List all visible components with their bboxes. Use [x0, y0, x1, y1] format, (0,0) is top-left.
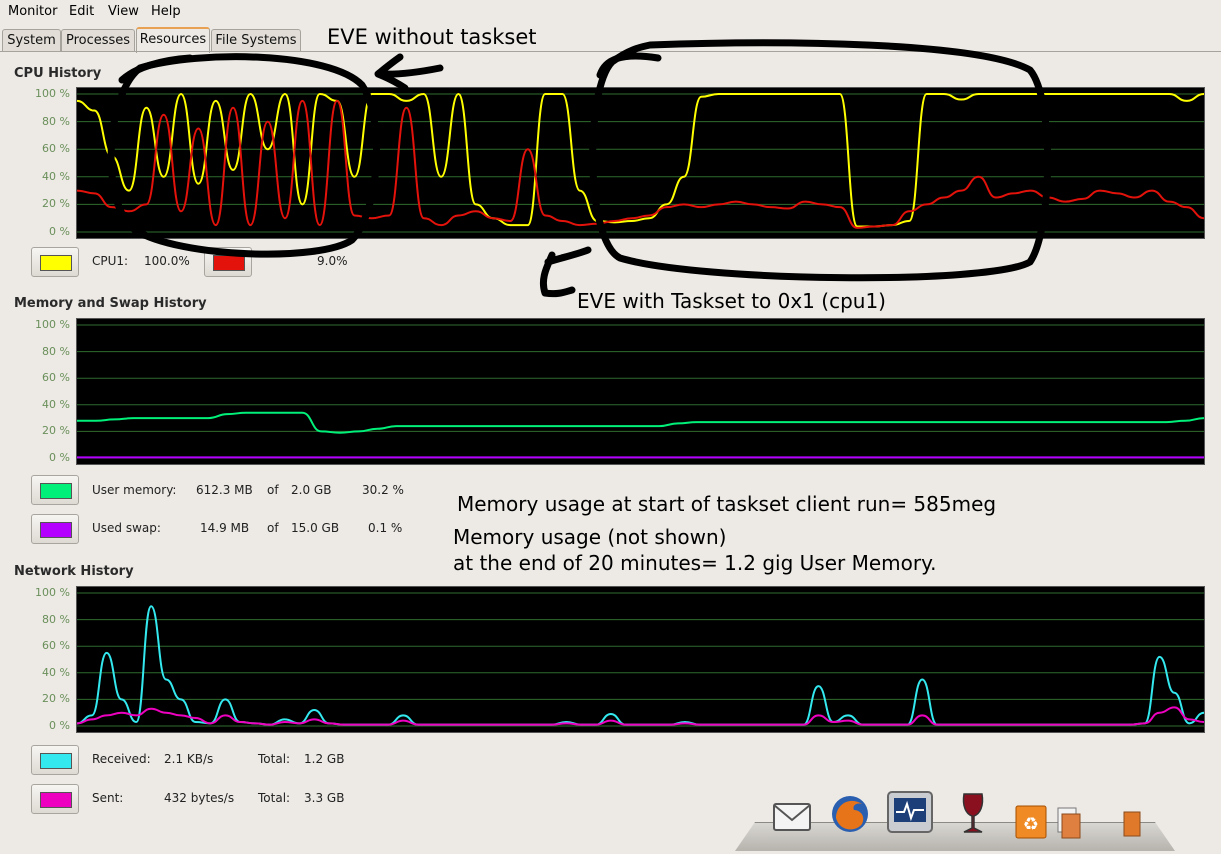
memory-graph — [76, 318, 1205, 465]
network-history-title: Network History — [14, 564, 134, 579]
y-tick-label: 0 % — [49, 451, 70, 464]
series-line-0 — [77, 605, 1204, 726]
user-memory-of: of — [267, 483, 279, 497]
annotation-arrow-top — [374, 53, 444, 92]
sent-swatch — [40, 792, 72, 808]
y-tick-label: 40 % — [42, 169, 70, 183]
y-tick-label: 40 % — [42, 665, 70, 679]
orange-doc-icon[interactable] — [1120, 810, 1164, 854]
y-tick-label: 20 % — [42, 692, 70, 706]
menubar: Monitor Edit View Help — [0, 0, 1221, 25]
y-tick-label: 20 % — [42, 197, 70, 211]
mail-icon[interactable] — [770, 796, 814, 840]
received-color-button[interactable] — [31, 745, 79, 775]
series-line-1 — [77, 706, 1204, 726]
menu-view[interactable]: View — [108, 4, 139, 19]
y-tick-label: 20 % — [42, 424, 70, 438]
y-tick-label: 80 % — [42, 344, 70, 358]
user-memory-color-button[interactable] — [31, 475, 79, 505]
system-monitor-icon[interactable] — [886, 790, 933, 834]
user-memory-total: 2.0 GB — [291, 483, 332, 497]
y-tick-label: 100 % — [35, 586, 70, 599]
cpu-graph — [76, 87, 1205, 239]
tab-resources[interactable]: Resources — [136, 27, 210, 53]
network-graph — [76, 586, 1205, 733]
firefox-icon[interactable] — [828, 792, 872, 836]
cpu2-color-swatch — [213, 255, 245, 271]
y-tick-label: 60 % — [42, 371, 70, 385]
y-tick-label: 0 % — [49, 225, 70, 238]
y-tick-label: 0 % — [49, 719, 70, 732]
user-memory-swatch — [40, 483, 72, 499]
y-tick-label: 100 % — [35, 318, 70, 331]
tab-divider — [0, 51, 1221, 52]
sent-total-label: Total: — [258, 791, 291, 805]
swap-percent: 0.1 % — [368, 521, 403, 535]
swap-of: of — [267, 521, 279, 535]
memory-history-title: Memory and Swap History — [14, 296, 207, 311]
y-tick-label: 60 % — [42, 639, 70, 653]
menu-edit[interactable]: Edit — [69, 4, 94, 19]
cpu1-color-swatch — [40, 255, 72, 271]
sent-label: Sent: — [92, 791, 124, 805]
annotation-arrow-bottom — [539, 246, 592, 298]
tab-file-systems[interactable]: File Systems — [211, 29, 301, 51]
svg-text:♻: ♻ — [1023, 814, 1039, 835]
received-label: Received: — [92, 752, 151, 766]
cpu2-value: 9.0% — [317, 254, 348, 268]
swap-total: 15.0 GB — [291, 521, 340, 535]
annotation-mem-note2: at the end of 20 minutes= 1.2 gig User M… — [453, 551, 937, 575]
menu-monitor[interactable]: Monitor — [8, 4, 57, 19]
y-tick-label: 80 % — [42, 612, 70, 626]
cpu2-color-button[interactable] — [204, 247, 252, 277]
wine-icon[interactable] — [950, 790, 994, 834]
series-line-0 — [77, 411, 1204, 434]
swap-color-button[interactable] — [31, 514, 79, 544]
menu-help[interactable]: Help — [151, 4, 181, 19]
document-icon[interactable] — [1054, 806, 1098, 850]
swap-label: Used swap: — [92, 521, 161, 535]
tab-system[interactable]: System — [2, 29, 61, 51]
sent-total: 3.3 GB — [304, 791, 345, 805]
swap-used: 14.9 MB — [200, 521, 250, 535]
user-memory-percent: 30.2 % — [362, 483, 404, 497]
received-total: 1.2 GB — [304, 752, 345, 766]
y-tick-label: 60 % — [42, 142, 70, 156]
annotation-mem-start: Memory usage at start of taskset client … — [457, 492, 997, 516]
annotation-mem-note1: Memory usage (not shown) — [453, 525, 727, 549]
cpu-history-title: CPU History — [14, 66, 102, 81]
annotation-eve-without: EVE without taskset — [327, 25, 537, 49]
user-memory-label: User memory: — [92, 483, 177, 497]
y-tick-label: 80 % — [42, 114, 70, 128]
sent-color-button[interactable] — [31, 784, 79, 814]
tab-processes[interactable]: Processes — [61, 29, 135, 51]
received-total-label: Total: — [258, 752, 291, 766]
series-line-1 — [77, 99, 1204, 229]
cpu1-color-button[interactable] — [31, 247, 79, 277]
recycle-icon[interactable]: ♻ — [1010, 798, 1054, 842]
received-swatch — [40, 753, 72, 769]
cpu1-value: 100.0% — [144, 254, 190, 268]
cpu1-label: CPU1: — [92, 254, 129, 268]
annotation-eve-with: EVE with Taskset to 0x1 (cpu1) — [577, 289, 886, 313]
received-rate: 2.1 KB/s — [164, 752, 214, 766]
y-tick-label: 100 % — [35, 87, 70, 100]
y-tick-label: 40 % — [42, 397, 70, 411]
swap-swatch — [40, 522, 72, 538]
sent-rate: 432 bytes/s — [164, 791, 235, 805]
user-memory-used: 612.3 MB — [196, 483, 253, 497]
